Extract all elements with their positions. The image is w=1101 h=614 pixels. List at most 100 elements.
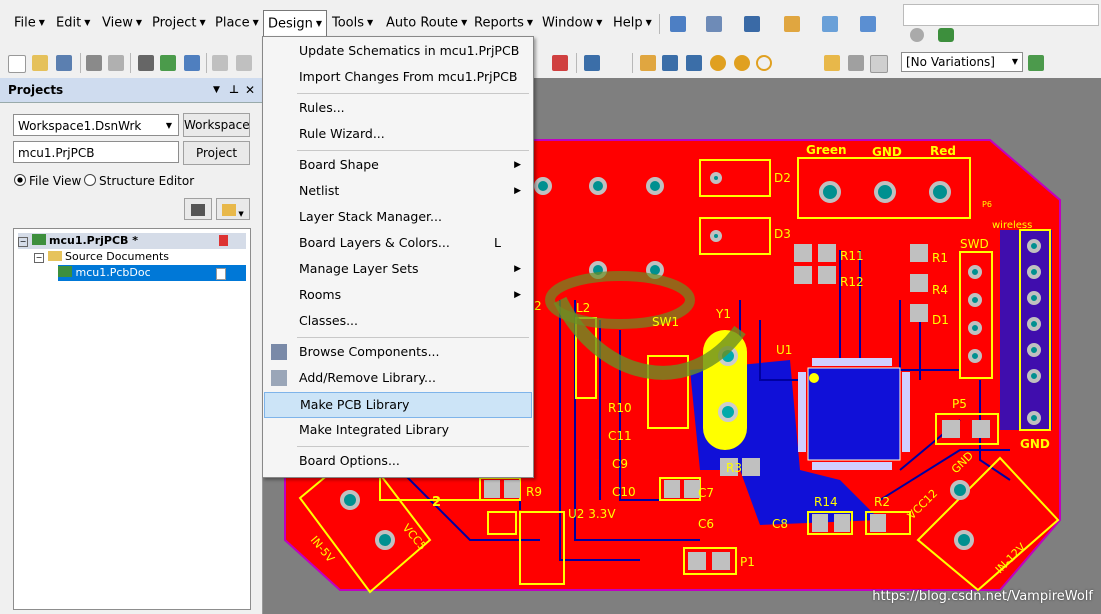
pad-icon[interactable] <box>710 55 726 71</box>
menu-rule-wizard[interactable]: Rule Wizard... <box>263 122 531 146</box>
polygon-icon[interactable] <box>848 55 864 71</box>
label-p6: P6 <box>982 200 992 209</box>
label-r1: R1 <box>932 251 948 265</box>
component-icon[interactable] <box>184 55 200 71</box>
project-field[interactable]: mcu1.PrjPCB <box>13 141 179 163</box>
via-icon[interactable] <box>734 55 750 71</box>
arc-icon[interactable] <box>756 55 772 71</box>
workspace-button[interactable]: Workspace <box>183 113 250 137</box>
menu-design[interactable]: Design ▼ <box>263 10 328 37</box>
add-document-button[interactable]: ▼ <box>216 198 250 220</box>
fill-icon[interactable] <box>824 55 840 71</box>
menu-help[interactable]: Help ▼ <box>609 10 656 36</box>
label-num-2b: 2 <box>534 299 542 313</box>
menu-board-options[interactable]: Board Options... <box>263 449 531 473</box>
print-icon[interactable] <box>86 55 102 71</box>
zoom-icon[interactable] <box>212 55 228 71</box>
label-u2: U2 3.3V <box>568 507 616 521</box>
watermark: https://blog.csdn.net/VampireWolf <box>872 589 1093 604</box>
projects-panel: Projects ▼ ⊥ ✕ Workspace1.DsnWrk ▼ Worksp… <box>0 78 263 614</box>
label-r12: R12 <box>840 275 864 289</box>
new-icon[interactable] <box>8 55 26 73</box>
project-button[interactable]: Project <box>183 141 250 165</box>
close-icon[interactable]: ✕ <box>245 78 255 102</box>
menu-file[interactable]: File ▼ <box>10 10 49 36</box>
variants-icon[interactable] <box>1028 55 1044 71</box>
back-icon[interactable] <box>910 28 924 42</box>
menu-view[interactable]: View ▼ <box>98 10 146 36</box>
label-d2: D2 <box>774 171 791 185</box>
label-p5: P5 <box>952 397 967 411</box>
menu-manage-layer-sets[interactable]: Manage Layer Sets ▶ <box>263 257 531 281</box>
interactive-routing-icon[interactable] <box>670 16 686 32</box>
standard-toolbar: A [No Variations]▼ <box>0 48 1101 119</box>
label-u1: U1 <box>776 343 792 357</box>
menu-add-remove-library[interactable]: Add/Remove Library... <box>263 366 531 390</box>
menu-import-changes[interactable]: Import Changes From mcu1.PrjPCB <box>263 65 531 89</box>
label-c8: C8 <box>772 517 788 531</box>
variations-select[interactable]: [No Variations] ▼ <box>901 52 1023 72</box>
pen-icon[interactable] <box>552 55 568 71</box>
home-icon[interactable] <box>938 28 954 42</box>
menubar: File ▼ Edit ▼ View ▼ Project ▼ Place ▼ Design… <box>0 0 1101 48</box>
menu-place[interactable]: Place ▼ <box>211 10 263 36</box>
workspace-select[interactable]: Workspace1.DsnWrk ▼ <box>13 114 179 136</box>
label-r3: R3 <box>726 461 742 475</box>
projects-panel-header: Projects ▼ ⊥ ✕ <box>0 78 262 103</box>
label-r10: R10 <box>608 401 632 415</box>
save-icon[interactable] <box>56 55 72 71</box>
label-d3: D3 <box>774 227 791 241</box>
menu-browse-components[interactable]: Browse Components... <box>263 340 531 364</box>
pin-icon[interactable]: ⊥ <box>229 78 239 102</box>
array-icon[interactable] <box>870 55 888 73</box>
route-icon[interactable] <box>640 55 656 71</box>
print-preview-icon[interactable] <box>108 55 124 71</box>
label-swd: SWD <box>960 237 989 251</box>
tree-project-row[interactable]: − mcu1.PrjPCB * <box>18 233 246 249</box>
project-options-button[interactable] <box>184 198 212 220</box>
project-tree: − mcu1.PrjPCB * − Source Documents mcu1.… <box>13 228 251 610</box>
menu-reports[interactable]: Reports ▼ <box>470 10 537 36</box>
route-multiple-icon[interactable] <box>662 55 678 71</box>
grid-icon[interactable] <box>860 16 876 32</box>
menu-rules[interactable]: Rules... <box>263 96 531 120</box>
label-l2: L2 <box>576 301 590 315</box>
panel-menu-icon[interactable]: ▼ <box>213 78 220 102</box>
menu-board-layers-colors[interactable]: Board Layers & Colors... L <box>263 231 531 255</box>
label-green: Green <box>806 143 847 157</box>
menu-edit[interactable]: Edit ▼ <box>52 10 94 36</box>
menu-board-shape[interactable]: Board Shape ▶ <box>263 153 531 177</box>
menu-auto-route[interactable]: Auto Route ▼ <box>382 10 471 36</box>
label-wireless: wireless <box>992 220 1032 231</box>
structure-editor-radio[interactable]: Structure Editor <box>84 174 194 188</box>
align-icon[interactable] <box>706 16 722 32</box>
label-num-2: 2 <box>432 495 441 510</box>
zoom-area-icon[interactable] <box>236 55 252 71</box>
menu-update-schematics[interactable]: Update Schematics in mcu1.PrjPCB <box>263 39 531 63</box>
path-box[interactable] <box>903 4 1099 26</box>
tree-doc-row[interactable]: mcu1.PcbDoc <box>58 265 246 281</box>
diff-pair-icon[interactable] <box>686 55 702 71</box>
menu-classes[interactable]: Classes... <box>263 309 531 333</box>
menu-project[interactable]: Project ▼ <box>148 10 210 36</box>
menu-rooms[interactable]: Rooms ▶ <box>263 283 531 307</box>
drc-icon[interactable] <box>584 55 600 71</box>
tree-folder-row[interactable]: − Source Documents <box>34 249 169 265</box>
open-icon[interactable] <box>32 55 48 71</box>
room-icon[interactable] <box>822 16 838 32</box>
file-view-radio[interactable]: File View <box>14 174 81 188</box>
menu-make-integrated-library[interactable]: Make Integrated Library <box>263 418 531 442</box>
menu-make-pcb-library[interactable]: Make PCB Library <box>264 392 532 418</box>
menu-layer-stack-manager[interactable]: Layer Stack Manager... <box>263 205 531 229</box>
menu-window[interactable]: Window ▼ <box>538 10 606 36</box>
design-menu: Update Schematics in mcu1.PrjPCB Import … <box>262 36 534 478</box>
label-y1: Y1 <box>715 307 731 321</box>
find-icon[interactable] <box>744 16 760 32</box>
menu-tools[interactable]: Tools ▼ <box>328 10 377 36</box>
layers-icon[interactable] <box>138 55 154 71</box>
doc-status-icon <box>216 268 226 280</box>
board-icon[interactable] <box>160 55 176 71</box>
menu-netlist[interactable]: Netlist ▶ <box>263 179 531 203</box>
label-red: Red <box>930 144 956 158</box>
dimension-icon[interactable] <box>784 16 800 32</box>
